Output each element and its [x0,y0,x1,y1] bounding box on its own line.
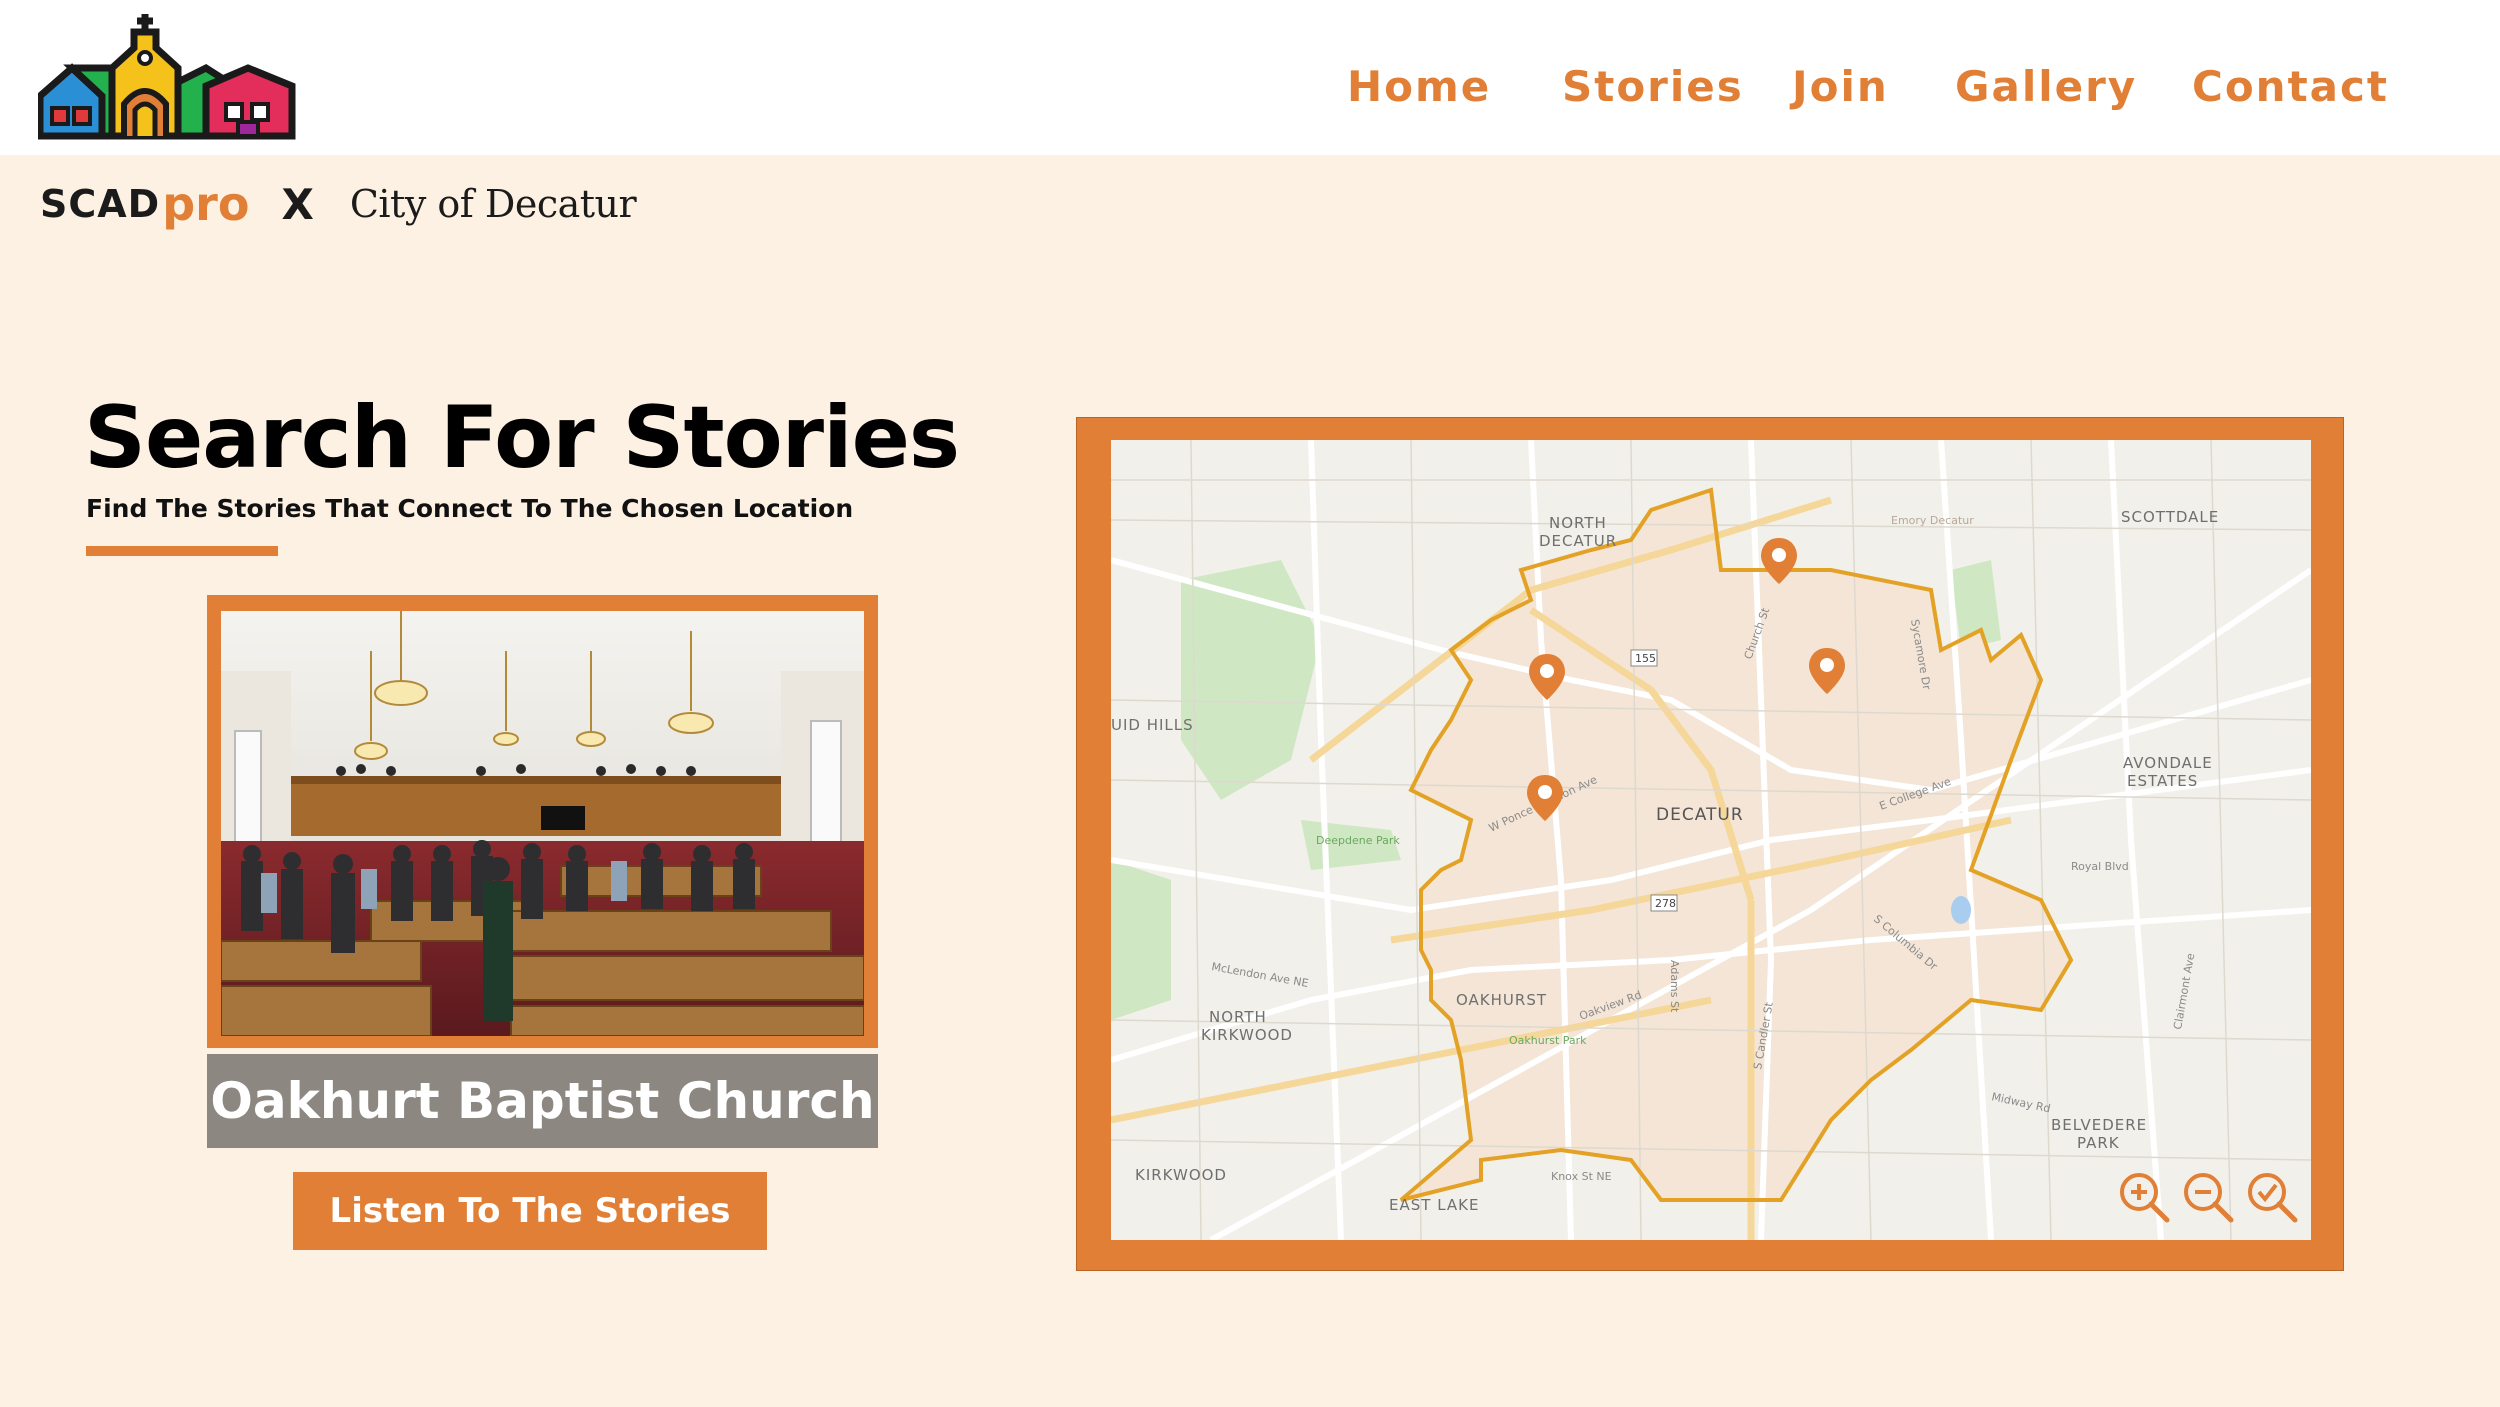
title-underline [86,546,278,556]
label-oakhurst: OAKHURST [1456,991,1547,1009]
partner-logos: SCAD pro X City of Decatur [40,174,637,234]
city-of-decatur-logo: City of Decatur [349,182,637,226]
church-interior-photo [221,611,864,1036]
route-155-label: 155 [1635,652,1656,665]
map-frame: 155 278 NORTH DECATUR SCOTTDALE UID HILL… [1076,417,2344,1271]
zoom-in-icon[interactable] [2117,1170,2173,1226]
label-adams: Adams St [1668,960,1681,1013]
collab-x: X [281,179,314,229]
label-avondale-2: ESTATES [2127,772,2198,790]
label-deepdene-park: Deepdene Park [1316,834,1400,847]
label-belvedere-2: PARK [2077,1134,2120,1152]
route-278-label: 278 [1655,897,1676,910]
label-emory: Emory Decatur [1891,514,1974,527]
page-title: Search For Stories [84,388,960,488]
zoom-confirm-icon[interactable] [2245,1170,2301,1226]
nav-contact[interactable]: Contact [2192,62,2389,111]
location-name: Oakhurt Baptist Church [210,1072,875,1130]
site-header: Home Stories Join Gallery Contact [0,0,2500,155]
label-kirkwood: KIRKWOOD [1135,1166,1227,1184]
label-belvedere-1: BELVEDERE [2051,1116,2147,1134]
label-avondale-1: AVONDALE [2123,754,2213,772]
nav-gallery[interactable]: Gallery [1955,62,2137,111]
label-druid-hills: UID HILLS [1111,716,1194,734]
listen-stories-label: Listen To The Stories [329,1191,731,1231]
label-decatur: DECATUR [1656,805,1744,825]
photo-frame [207,595,878,1048]
decatur-map[interactable]: 155 278 NORTH DECATUR SCOTTDALE UID HILL… [1111,440,2311,1240]
label-north-kirkwood-2: KIRKWOOD [1201,1026,1293,1044]
scad-logo-text: SCAD [40,182,161,226]
houses-logo-icon[interactable] [38,12,296,142]
label-knox: Knox St NE [1551,1170,1612,1183]
page-subtitle: Find The Stories That Connect To The Cho… [86,494,854,523]
label-scottdale: SCOTTDALE [2121,508,2219,526]
nav-home[interactable]: Home [1347,62,1491,111]
location-caption: Oakhurt Baptist Church [207,1054,878,1148]
nav-join[interactable]: Join [1792,62,1889,111]
pro-logo-text: pro [162,177,250,231]
listen-stories-button[interactable]: Listen To The Stories [293,1172,767,1250]
label-royal: Royal Blvd [2071,860,2129,873]
label-north-decatur-2: DECATUR [1539,532,1617,550]
zoom-out-icon[interactable] [2181,1170,2237,1226]
label-north-kirkwood-1: NORTH [1209,1008,1267,1026]
label-north-decatur-1: NORTH [1549,514,1607,532]
label-oakhurst-park: Oakhurst Park [1509,1034,1587,1047]
nav-stories[interactable]: Stories [1562,62,1744,111]
label-east-lake: EAST LAKE [1389,1196,1479,1214]
